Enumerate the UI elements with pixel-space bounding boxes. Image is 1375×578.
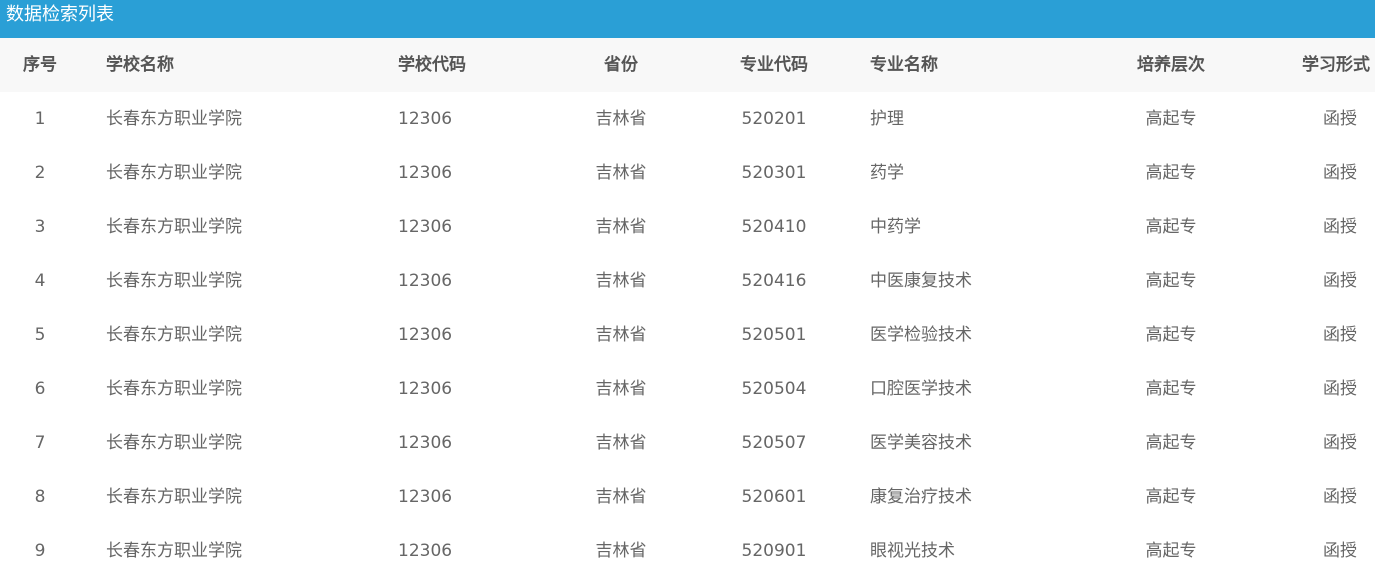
cell-major-name: 医学检验技术 bbox=[870, 325, 972, 345]
cell-study-form: 函授 bbox=[1323, 271, 1357, 291]
cell-province: 吉林省 bbox=[595, 487, 647, 507]
column-header-major-name: 专业名称 bbox=[870, 55, 938, 75]
cell-level: 高起专 bbox=[1145, 217, 1197, 237]
cell-study-form: 函授 bbox=[1323, 433, 1357, 453]
column-header-major-code: 专业代码 bbox=[740, 55, 808, 75]
cell-major-code: 520501 bbox=[741, 325, 807, 345]
cell-level: 高起专 bbox=[1145, 109, 1197, 129]
cell-province: 吉林省 bbox=[595, 379, 647, 399]
cell-province: 吉林省 bbox=[595, 325, 647, 345]
panel-title: 数据检索列表 bbox=[6, 4, 114, 25]
cell-province: 吉林省 bbox=[595, 271, 647, 291]
table-row: 7 长春东方职业学院 12306 吉林省 520507 医学美容技术 高起专 函… bbox=[0, 416, 1375, 470]
cell-study-form: 函授 bbox=[1323, 163, 1357, 183]
cell-school-code: 12306 bbox=[398, 433, 453, 453]
cell-school-name: 长春东方职业学院 bbox=[106, 433, 242, 453]
cell-province: 吉林省 bbox=[595, 433, 647, 453]
cell-index: 8 bbox=[34, 487, 46, 507]
cell-major-name: 口腔医学技术 bbox=[870, 379, 972, 399]
cell-school-code: 12306 bbox=[398, 487, 453, 507]
cell-level: 高起专 bbox=[1145, 163, 1197, 183]
cell-study-form: 函授 bbox=[1323, 379, 1357, 399]
cell-index: 7 bbox=[34, 433, 46, 453]
cell-major-code: 520416 bbox=[741, 271, 807, 291]
column-header-study-form: 学习形式 bbox=[1302, 55, 1370, 75]
cell-school-name: 长春东方职业学院 bbox=[106, 487, 242, 507]
column-header-province: 省份 bbox=[604, 55, 638, 75]
cell-major-name: 护理 bbox=[870, 109, 904, 129]
cell-school-name: 长春东方职业学院 bbox=[106, 379, 242, 399]
cell-school-name: 长春东方职业学院 bbox=[106, 217, 242, 237]
cell-school-name: 长春东方职业学院 bbox=[106, 109, 242, 129]
cell-province: 吉林省 bbox=[595, 163, 647, 183]
cell-major-code: 520201 bbox=[741, 109, 807, 129]
panel-title-bar: 数据检索列表 bbox=[0, 0, 1375, 38]
table-row: 6 长春东方职业学院 12306 吉林省 520504 口腔医学技术 高起专 函… bbox=[0, 362, 1375, 416]
cell-major-name: 康复治疗技术 bbox=[870, 487, 972, 507]
cell-school-code: 12306 bbox=[398, 379, 453, 399]
table-body: 1 长春东方职业学院 12306 吉林省 520201 护理 高起专 函授 2 … bbox=[0, 92, 1375, 578]
cell-province: 吉林省 bbox=[595, 217, 647, 237]
cell-study-form: 函授 bbox=[1323, 217, 1357, 237]
data-table: 序号 学校名称 学校代码 省份 专业代码 专业名称 培养层次 学习形式 1 长春… bbox=[0, 38, 1375, 578]
column-header-school-code: 学校代码 bbox=[398, 55, 466, 75]
cell-study-form: 函授 bbox=[1323, 325, 1357, 345]
cell-school-code: 12306 bbox=[398, 325, 453, 345]
cell-major-code: 520504 bbox=[741, 379, 807, 399]
cell-index: 5 bbox=[34, 325, 46, 345]
table-row: 1 长春东方职业学院 12306 吉林省 520201 护理 高起专 函授 bbox=[0, 92, 1375, 146]
cell-school-name: 长春东方职业学院 bbox=[106, 271, 242, 291]
cell-level: 高起专 bbox=[1145, 487, 1197, 507]
cell-school-code: 12306 bbox=[398, 163, 453, 183]
column-header-school-name: 学校名称 bbox=[106, 55, 174, 75]
cell-major-name: 药学 bbox=[870, 163, 904, 183]
cell-major-code: 520507 bbox=[741, 433, 807, 453]
cell-school-code: 12306 bbox=[398, 217, 453, 237]
column-header-index: 序号 bbox=[23, 55, 57, 75]
cell-school-name: 长春东方职业学院 bbox=[106, 325, 242, 345]
cell-province: 吉林省 bbox=[595, 109, 647, 129]
table-row: 8 长春东方职业学院 12306 吉林省 520601 康复治疗技术 高起专 函… bbox=[0, 470, 1375, 524]
cell-major-code: 520301 bbox=[741, 163, 807, 183]
cell-level: 高起专 bbox=[1145, 325, 1197, 345]
cell-index: 3 bbox=[34, 217, 46, 237]
cell-index: 2 bbox=[34, 163, 46, 183]
cell-school-code: 12306 bbox=[398, 109, 453, 129]
cell-major-code: 520601 bbox=[741, 487, 807, 507]
cell-major-name: 中医康复技术 bbox=[870, 271, 972, 291]
cell-level: 高起专 bbox=[1145, 379, 1197, 399]
table-row: 5 长春东方职业学院 12306 吉林省 520501 医学检验技术 高起专 函… bbox=[0, 308, 1375, 362]
cell-study-form: 函授 bbox=[1323, 487, 1357, 507]
cell-index: 1 bbox=[34, 109, 46, 129]
cell-school-name: 长春东方职业学院 bbox=[106, 163, 242, 183]
table-header-row: 序号 学校名称 学校代码 省份 专业代码 专业名称 培养层次 学习形式 bbox=[0, 38, 1375, 92]
cell-major-name: 中药学 bbox=[870, 217, 921, 237]
cell-level: 高起专 bbox=[1145, 433, 1197, 453]
cell-school-code: 12306 bbox=[398, 271, 453, 291]
cell-level: 高起专 bbox=[1145, 271, 1197, 291]
column-header-level: 培养层次 bbox=[1137, 55, 1205, 75]
table-row: 3 长春东方职业学院 12306 吉林省 520410 中药学 高起专 函授 bbox=[0, 200, 1375, 254]
cell-major-name: 医学美容技术 bbox=[870, 433, 972, 453]
table-row: 4 长春东方职业学院 12306 吉林省 520416 中医康复技术 高起专 函… bbox=[0, 254, 1375, 308]
cell-index: 4 bbox=[34, 271, 46, 291]
cell-index: 6 bbox=[34, 379, 46, 399]
cell-major-code: 520410 bbox=[741, 217, 807, 237]
cell-study-form: 函授 bbox=[1323, 109, 1357, 129]
table-row: 2 长春东方职业学院 12306 吉林省 520301 药学 高起专 函授 bbox=[0, 146, 1375, 200]
